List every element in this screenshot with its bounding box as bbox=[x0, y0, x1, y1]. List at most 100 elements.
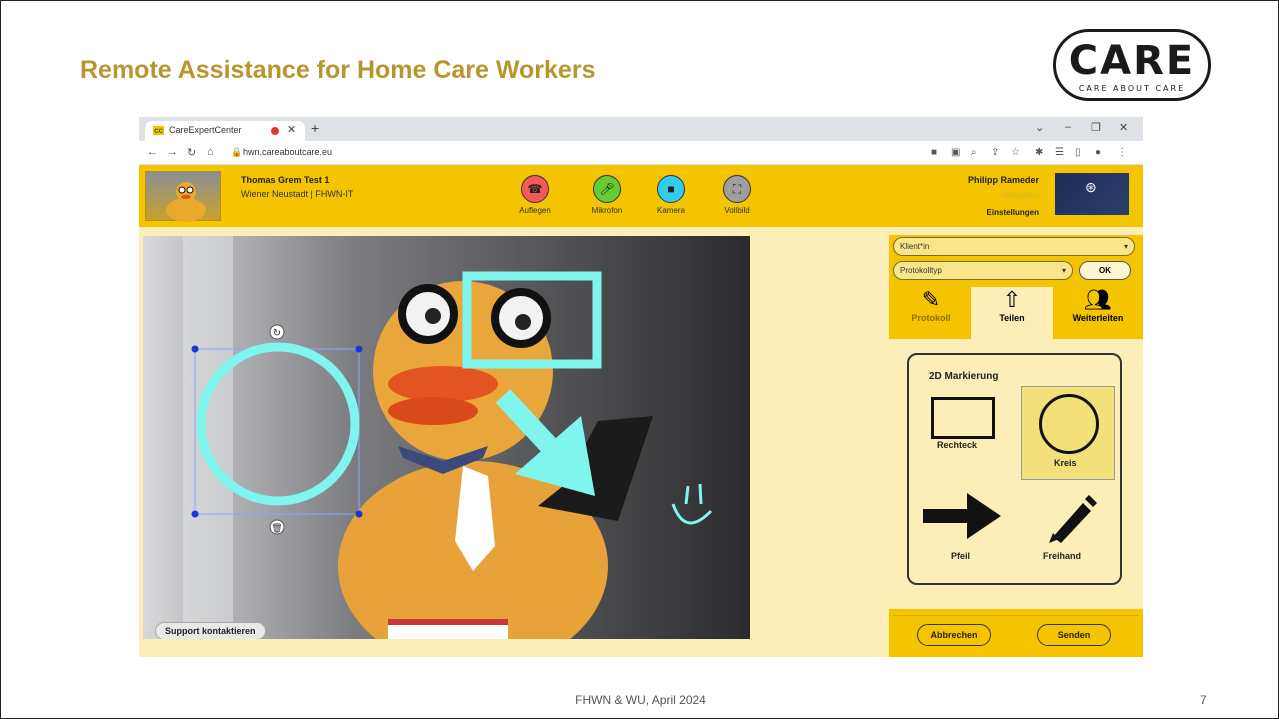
url-field[interactable]: hwn.careaboutcare.eu bbox=[243, 147, 332, 157]
tab-protocol-label: Protokoll bbox=[911, 313, 951, 323]
new-tab-icon[interactable]: + bbox=[311, 120, 319, 136]
markings-title: 2D Markierung bbox=[929, 371, 999, 382]
rectangle-tool-label: Rechteck bbox=[937, 440, 978, 450]
resize-handle-top-left[interactable] bbox=[191, 345, 199, 353]
camera-button[interactable]: ■ Kamera bbox=[646, 175, 696, 215]
minimize-icon[interactable]: – bbox=[1065, 121, 1071, 133]
home-icon[interactable]: ⌂ bbox=[207, 146, 214, 158]
side-panel-icon[interactable]: ▯ bbox=[1075, 147, 1081, 158]
freehand-tool[interactable] bbox=[1043, 489, 1099, 545]
app-screenshot: cc CareExpertCenter ✕ + ⌄ – ❐ ✕ ← → ↻ ⌂ … bbox=[139, 117, 1143, 657]
extensions-icon[interactable]: ✱ bbox=[1035, 147, 1043, 158]
svg-text:🗑︎: 🗑︎ bbox=[271, 523, 282, 534]
fullscreen-label: Vollbild bbox=[724, 206, 750, 215]
svg-text:↻: ↻ bbox=[273, 328, 281, 339]
recording-indicator-icon bbox=[271, 127, 279, 135]
slide-footer: FHWN & WU, April 2024 bbox=[575, 693, 706, 707]
duck-thumbnail-image bbox=[166, 182, 206, 222]
browser-tab-strip: cc CareExpertCenter ✕ + ⌄ – ❐ ✕ bbox=[139, 117, 1143, 141]
microphone-icon: 🎤︎ bbox=[593, 175, 621, 203]
forward-icon: 👥︎ bbox=[1084, 287, 1112, 312]
cancel-button[interactable]: Abbrechen bbox=[917, 624, 991, 646]
window-close-icon[interactable]: ✕ bbox=[1119, 121, 1128, 134]
support-contact-button[interactable]: Support kontaktieren bbox=[155, 622, 266, 639]
share-page-icon[interactable]: ⇪ bbox=[991, 147, 999, 158]
logo-word: CARE bbox=[1068, 38, 1196, 84]
microphone-button[interactable]: 🎤︎ Mikrofon bbox=[582, 175, 632, 215]
caller-location: Wiener Neustadt | FHWN-IT bbox=[241, 189, 354, 199]
arrow-tool[interactable] bbox=[923, 491, 1003, 541]
back-icon[interactable]: ← bbox=[147, 146, 158, 158]
bookmark-star-icon[interactable]: ☆ bbox=[1011, 147, 1020, 158]
favicon: cc bbox=[153, 126, 164, 135]
client-select[interactable]: Klient*in ▾ bbox=[893, 237, 1135, 256]
tab-forward[interactable]: 👥︎ Weiterleiten bbox=[1057, 287, 1139, 333]
resize-handle-bottom-right[interactable] bbox=[355, 510, 363, 518]
rectangle-tool[interactable] bbox=[927, 395, 997, 463]
settings-link[interactable]: Einstellungen bbox=[959, 208, 1039, 217]
hang-up-label: Auflegen bbox=[519, 206, 551, 215]
microphone-label: Mikrofon bbox=[591, 206, 623, 215]
chevron-down-icon: ▾ bbox=[1123, 242, 1128, 251]
circle-tool-label: Kreis bbox=[1054, 458, 1077, 468]
caller-name: Thomas Grem Test 1 bbox=[241, 175, 330, 185]
client-select-value: Klient*in bbox=[900, 242, 930, 251]
reading-list-icon[interactable]: ☰ bbox=[1055, 147, 1064, 158]
tab-protocol[interactable]: ✎ Protokoll bbox=[893, 287, 969, 333]
protocol-icon: ✎ bbox=[921, 287, 941, 312]
circle-icon bbox=[1039, 394, 1099, 454]
caller-video-thumbnail bbox=[145, 171, 221, 222]
profile-icon[interactable]: ● bbox=[1095, 147, 1101, 158]
self-video-thumbnail: ⊛ bbox=[1055, 173, 1129, 215]
menu-icon[interactable]: ⋮ bbox=[1117, 147, 1127, 158]
circle-tool[interactable]: Kreis bbox=[1021, 386, 1115, 480]
remote-video[interactable]: ↻ 🗑︎ Support kontaktieren bbox=[143, 236, 750, 639]
tab-title: CareExpertCenter bbox=[169, 125, 242, 135]
tab-forward-label: Weiterleiten bbox=[1072, 313, 1124, 323]
aperture-icon: ⊛ bbox=[1085, 179, 1097, 195]
camera-label: Kamera bbox=[656, 206, 685, 215]
hang-up-icon: ☎ bbox=[521, 175, 549, 203]
fullscreen-icon: ⛶ bbox=[723, 175, 751, 203]
rectangle-icon bbox=[931, 397, 995, 439]
send-button[interactable]: Senden bbox=[1037, 624, 1111, 646]
hang-up-button[interactable]: ☎ Auflegen bbox=[510, 175, 560, 215]
reload-icon[interactable]: ↻ bbox=[187, 146, 196, 159]
browser-toolbar: ← → ↻ ⌂ 🔒 hwn.careaboutcare.eu ■ ▣ ⌕ ⇪ ☆… bbox=[139, 141, 1143, 165]
slide: Remote Assistance for Home Care Workers … bbox=[0, 0, 1279, 719]
tab-close-icon[interactable]: ✕ bbox=[287, 123, 296, 136]
app-header: Thomas Grem Test 1 Wiener Neustadt | FHW… bbox=[139, 165, 1143, 227]
panel-divider bbox=[893, 615, 1139, 616]
slide-title: Remote Assistance for Home Care Workers bbox=[80, 56, 596, 84]
protocol-type-select[interactable]: Protokolltyp ▾ bbox=[893, 261, 1073, 280]
camera-icon: ■ bbox=[657, 175, 685, 203]
freehand-tool-label: Freihand bbox=[1043, 551, 1082, 561]
forward-icon[interactable]: → bbox=[167, 146, 178, 158]
resize-handle-bottom-left[interactable] bbox=[191, 510, 199, 518]
camera-indicator-icon[interactable]: ■ bbox=[931, 147, 937, 158]
fullscreen-button[interactable]: ⛶ Vollbild bbox=[712, 175, 762, 215]
video-frame: ↻ 🗑︎ bbox=[143, 236, 750, 639]
tools-panel: Klient*in ▾ Protokolltyp ▾ OK ✎ Protokol… bbox=[889, 235, 1143, 657]
chevron-down-icon: ▾ bbox=[1061, 266, 1066, 275]
tab-share[interactable]: ⇧ Teilen bbox=[971, 287, 1053, 339]
lock-icon: 🔒 bbox=[231, 147, 243, 157]
page-number: 7 bbox=[1200, 693, 1207, 707]
resize-handle-top-right[interactable] bbox=[355, 345, 363, 353]
browser-tab[interactable]: cc CareExpertCenter ✕ bbox=[145, 121, 305, 141]
pencil-icon bbox=[1049, 495, 1097, 543]
arrow-tool-label: Pfeil bbox=[951, 551, 971, 561]
care-logo: CARE CARE ABOUT CARE bbox=[1053, 29, 1211, 101]
tab-share-label: Teilen bbox=[999, 313, 1025, 323]
logout-link[interactable]: Abmelden bbox=[959, 191, 1039, 200]
markings-box: 2D Markierung Rechteck Kreis Pfeil Freih… bbox=[907, 353, 1122, 585]
tab-search-chevron-icon[interactable]: ⌄ bbox=[1035, 121, 1044, 134]
cast-icon[interactable]: ▣ bbox=[951, 147, 960, 158]
zoom-icon[interactable]: ⌕ bbox=[971, 147, 977, 158]
share-icon: ⇧ bbox=[1002, 287, 1022, 312]
user-name: Philipp Rameder bbox=[967, 175, 1039, 185]
protocol-select-value: Protokolltyp bbox=[900, 266, 942, 275]
arrow-icon bbox=[923, 493, 1001, 539]
restore-icon[interactable]: ❐ bbox=[1091, 121, 1101, 134]
ok-button[interactable]: OK bbox=[1079, 261, 1131, 280]
